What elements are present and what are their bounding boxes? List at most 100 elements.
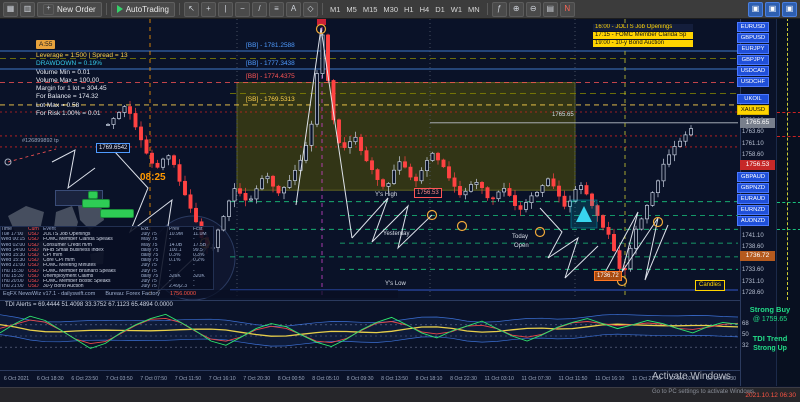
autotrading-button[interactable]: AutoTrading [111, 2, 175, 17]
symbol-badge-ukoil[interactable]: UKOIL [737, 94, 769, 104]
timeframe-mn[interactable]: MN [465, 4, 483, 15]
timeframe-w1[interactable]: W1 [448, 4, 465, 15]
time-axis-label: 7 Oct 03:50 [102, 376, 136, 382]
news-row: 17:15 - FOMC Member Clarida Sp [593, 32, 693, 39]
fibonacci-icon[interactable]: ≡ [269, 2, 284, 17]
account-info-row: Leverage = 1:500 | Spread = 13 [36, 52, 128, 60]
timeframe-m1[interactable]: M1 [327, 4, 343, 15]
chart-profiles-icon[interactable]: ▥ [20, 2, 35, 17]
horizontal-line-icon[interactable]: − [235, 2, 250, 17]
time-axis-label: 11 Oct 07:30 [518, 376, 555, 382]
vertical-session-line [787, 18, 788, 300]
toolbar-drawing-icons: ↖+|−/≡A◇ [184, 2, 318, 17]
calendar-footer-bureau: Bureau: Forex Factory [105, 291, 160, 297]
symbol-badge-audnzd[interactable]: AUDNZD [737, 216, 769, 226]
tdi-indicator-panel[interactable] [0, 300, 740, 371]
calendar-cell: - [193, 284, 213, 289]
timeframe-h4[interactable]: H4 [417, 4, 433, 15]
tdi-values-label: TDI Alerts = 69.4444 51.4098 33.3752 67.… [5, 302, 173, 308]
panel-icon-2[interactable]: ▣ [765, 2, 780, 17]
activate-windows-watermark: Activate Windows [652, 371, 731, 382]
zoom-out-icon[interactable]: ⊖ [526, 2, 541, 17]
time-axis[interactable]: 6 Oct 20216 Oct 18:306 Oct 23:507 Oct 03… [0, 370, 740, 387]
time-axis-label: 8 Oct 00:50 [274, 376, 308, 382]
new-chart-icon[interactable]: ▦ [3, 2, 18, 17]
vertical-line-icon[interactable]: | [218, 2, 233, 17]
trendline-icon[interactable]: / [252, 2, 267, 17]
chart-annotation: 1765.65 [552, 112, 574, 118]
account-info-row: For Risk 1.00% = 0.01 [36, 110, 128, 118]
calendar-footer: EqFX NewsWiz v17.1 - dailyswift.com Bure… [0, 290, 398, 298]
price-scale-label: 1738.60 [742, 244, 764, 250]
widget-button-2[interactable] [100, 209, 134, 218]
zoom-in-icon[interactable]: ⊕ [509, 2, 524, 17]
timeframe-m5[interactable]: M5 [343, 4, 359, 15]
symbol-badge-eurjpy[interactable]: EURJPY [737, 44, 769, 54]
economic-calendar: TimeCurnEventExt.PrevFcstTue 17:00USDJOL… [0, 226, 214, 290]
panel-icon-1[interactable]: ▣ [748, 2, 763, 17]
cursor-icon[interactable]: ↖ [184, 2, 199, 17]
symbol-badge-euraud[interactable]: EURAUD [737, 194, 769, 204]
time-axis-label: 11 Oct 03:10 [481, 376, 518, 382]
calendar-cell: USD [28, 284, 43, 289]
symbol-badge-usdcad[interactable]: USDCAD [737, 66, 769, 76]
timeframe-m15[interactable]: M15 [360, 4, 381, 15]
autotrading-label: AutoTrading [126, 5, 169, 14]
symbol-badge-eurnzd[interactable]: EURNZD [737, 205, 769, 215]
symbol-badge-gbpjpy[interactable]: GBPJPY [737, 55, 769, 65]
indicators-icon[interactable]: ƒ [492, 2, 507, 17]
green-level-segment [777, 202, 800, 203]
activate-windows-subtext: Go to PC settings to activate Windows. [652, 389, 756, 395]
price-scale-label: 1728.60 [742, 290, 764, 296]
symbol-badge-usdchf[interactable]: USDCHF [737, 77, 769, 87]
toolbar-corner-icons: ▣▣▣ [748, 2, 797, 17]
price-scale-label: 1758.60 [742, 152, 764, 158]
new-order-button[interactable]: + New Order [37, 2, 102, 17]
price-scale-label: 1733.60 [742, 267, 764, 273]
timeframe-h1[interactable]: H1 [401, 4, 417, 15]
calendar-footer-source: EqFX NewsWiz v17.1 - dailyswift.com [3, 291, 95, 297]
symbol-badge-gbpnzd[interactable]: GBPNZD [737, 183, 769, 193]
price-bubble: 1736.72 [594, 271, 622, 281]
price-scale-highlight: 1756.53 [740, 160, 775, 170]
crosshair-icon[interactable]: + [201, 2, 216, 17]
price-scale-label: 1741.10 [742, 233, 764, 239]
account-info-row: For Balance = 174.32 [36, 93, 128, 101]
symbol-badge-gbpaud[interactable]: GBPAUD [737, 172, 769, 182]
widget-mini-button[interactable] [88, 191, 98, 199]
chart-annotation: Yesterday [383, 231, 409, 237]
candles-button[interactable]: Candles [695, 280, 725, 291]
text-label-icon[interactable]: A [286, 2, 301, 17]
shapes-icon[interactable]: ◇ [303, 2, 318, 17]
account-info-row: DRAWDOWN = 0.19% [36, 60, 128, 68]
red-level-segment [777, 136, 800, 137]
widget-button-1[interactable] [82, 199, 110, 208]
account-info-row: Margin for 1 lot = 304.45 [36, 85, 128, 93]
symbol-badge-xauusd[interactable]: XAUUSD [737, 105, 769, 115]
signal-trend-value: Strong Up [741, 344, 799, 354]
time-axis-label: 8 Oct 13:50 [377, 376, 411, 382]
news-icon[interactable]: N [560, 2, 575, 17]
time-axis-label: 8 Oct 09:30 [343, 376, 377, 382]
time-axis-label: 8 Oct 05:10 [308, 376, 342, 382]
price-bubble: 1756.53 [414, 188, 442, 198]
signal-panel: Strong Buy @ 1759.65 TDI Trend Strong Up [741, 304, 799, 354]
account-info-row: Volume Max = 100.00 [36, 77, 128, 85]
symbol-badge-eurusd[interactable]: EURUSD [737, 22, 769, 32]
panel-icon-3[interactable]: ▣ [782, 2, 797, 17]
account-info-row: Volume Min = 0.01 [36, 69, 128, 77]
time-axis-label: 11 Oct 16:10 [591, 376, 628, 382]
tile-windows-icon[interactable]: ▤ [543, 2, 558, 17]
calendar-cell: July 75 [141, 284, 169, 289]
new-order-label: New Order [57, 5, 96, 14]
calendar-cell: 2.49|2.3 [169, 284, 193, 289]
symbol-badge-gbpusd[interactable]: GBPUSD [737, 33, 769, 43]
timeframe-d1[interactable]: D1 [432, 4, 448, 15]
price-scale-label: 1731.10 [742, 279, 764, 285]
tdi-canvas [0, 301, 738, 369]
time-axis-label: 7 Oct 20:30 [239, 376, 273, 382]
timeframe-m30[interactable]: M30 [380, 4, 401, 15]
account-info-row: Lot Max = 0.58 [36, 102, 128, 110]
time-axis-label: 8 Oct 18:10 [412, 376, 446, 382]
order-ticket-label: #126899892 tp [22, 138, 59, 144]
